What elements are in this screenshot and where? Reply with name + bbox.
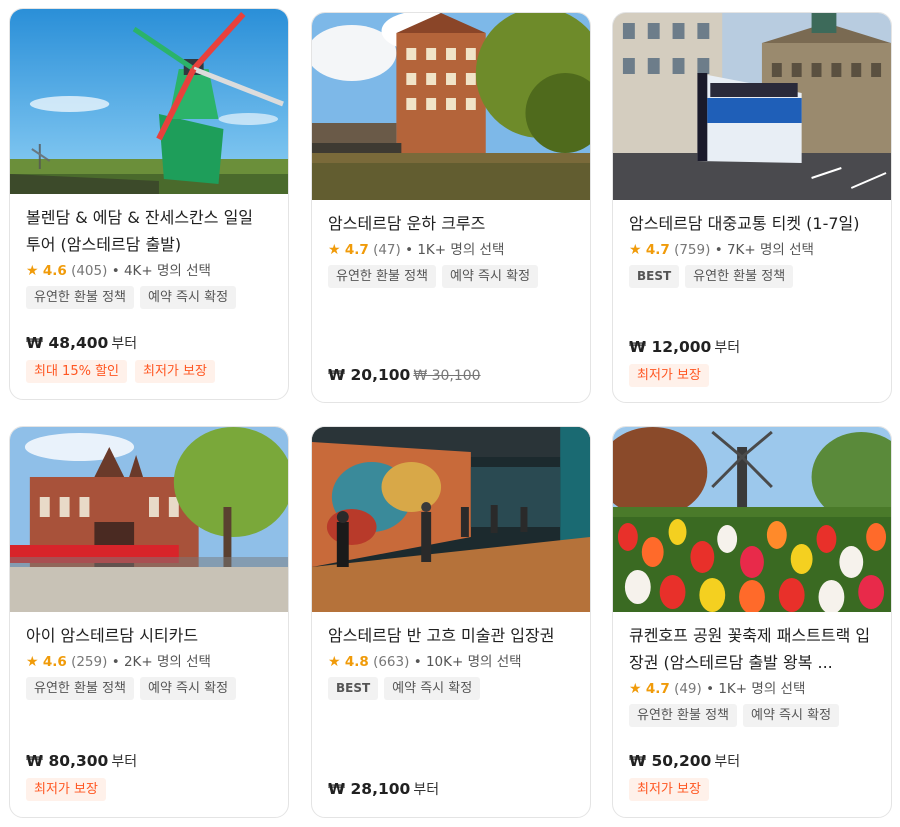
tag-list: 유연한 환불 정책 예약 즉시 확정: [26, 677, 272, 700]
booked-count: • 1K+ 명의 선택: [405, 242, 505, 258]
promo-list: 최저가 보장: [26, 778, 106, 801]
price-value: ₩ 50,200: [629, 752, 712, 770]
product-card[interactable]: 볼렌담 & 에담 & 잔세스칸스 일일 투어 (암스테르담 출발) ★ 4.6 …: [9, 8, 289, 400]
price: ₩ 80,300 부터: [26, 751, 137, 771]
product-title[interactable]: 암스테르담 반 고흐 미술관 입장권: [328, 622, 574, 649]
product-image-windmill: [10, 9, 288, 194]
tag-best: BEST: [328, 677, 379, 700]
price-value: ₩ 80,300: [26, 752, 109, 770]
promo-list: 최저가 보장: [629, 778, 709, 801]
product-title[interactable]: 아이 암스테르담 시티카드: [26, 622, 272, 649]
price: ₩ 20,100 ₩ 30,100: [328, 366, 481, 384]
star-icon: ★: [328, 654, 341, 670]
promo-list: 최대 15% 할인 최저가 보장: [26, 360, 215, 383]
booked-count: • 7K+ 명의 선택: [714, 242, 814, 258]
rating-row: ★ 4.7 (47) • 1K+ 명의 선택: [328, 241, 574, 259]
price: ₩ 48,400 부터: [26, 333, 137, 353]
star-icon: ★: [629, 681, 642, 697]
product-card[interactable]: 암스테르담 대중교통 티켓 (1-7일) ★ 4.7 (759) • 7K+ 명…: [612, 12, 892, 403]
product-image-van-gogh-museum: [312, 427, 590, 612]
booked-count: • 2K+ 명의 선택: [111, 654, 211, 670]
star-icon: ★: [629, 242, 642, 258]
rating-score: 4.6: [42, 654, 67, 670]
price-suffix: 부터: [111, 754, 138, 770]
review-count: (663): [373, 654, 410, 670]
price-value: ₩ 48,400: [26, 334, 109, 352]
review-count: (49): [674, 681, 702, 697]
rating-row: ★ 4.7 (49) • 1K+ 명의 선택: [629, 680, 875, 698]
tag-flexible-refund: 유연한 환불 정책: [26, 677, 134, 700]
tag-instant-confirm: 예약 즉시 확정: [140, 286, 237, 309]
rating-score: 4.7: [645, 242, 670, 258]
tag-list: 유연한 환불 정책 예약 즉시 확정: [328, 265, 574, 288]
tag-list: BEST 예약 즉시 확정: [328, 677, 574, 700]
review-count: (759): [674, 242, 711, 258]
rating-score: 4.6: [42, 263, 67, 279]
tag-flexible-refund: 유연한 환불 정책: [328, 265, 436, 288]
product-image-canal: [312, 13, 590, 200]
tag-instant-confirm: 예약 즉시 확정: [442, 265, 539, 288]
review-count: (405): [71, 263, 108, 279]
promo-lowest-price-badge: 최저가 보장: [629, 778, 709, 801]
product-card[interactable]: 암스테르담 운하 크루즈 ★ 4.7 (47) • 1K+ 명의 선택 유연한 …: [311, 12, 591, 403]
rating-row: ★ 4.6 (259) • 2K+ 명의 선택: [26, 653, 272, 671]
product-image-keukenhof-tulips: [613, 427, 891, 612]
rating-row: ★ 4.7 (759) • 7K+ 명의 선택: [629, 241, 875, 259]
rating-score: 4.7: [645, 681, 670, 697]
product-title[interactable]: 볼렌담 & 에담 & 잔세스칸스 일일 투어 (암스테르담 출발): [26, 204, 272, 258]
product-image-rijksmuseum: [10, 427, 288, 612]
price-value: ₩ 12,000: [629, 338, 712, 356]
tag-best: BEST: [629, 265, 680, 288]
price-suffix: 부터: [714, 754, 741, 770]
tag-instant-confirm: 예약 즉시 확정: [140, 677, 237, 700]
rating-score: 4.7: [344, 242, 369, 258]
price: ₩ 50,200 부터: [629, 751, 740, 771]
product-title[interactable]: 큐켄호프 공원 꽃축제 패스트트랙 입장권 (암스테르담 출발 왕복 ...: [629, 622, 875, 676]
review-count: (47): [373, 242, 401, 258]
review-count: (259): [71, 654, 108, 670]
star-icon: ★: [26, 263, 39, 279]
price-suffix: 부터: [714, 340, 741, 356]
product-image-tram: [613, 13, 891, 200]
promo-discount-badge: 최대 15% 할인: [26, 360, 127, 383]
star-icon: ★: [328, 242, 341, 258]
tag-flexible-refund: 유연한 환불 정책: [629, 704, 737, 727]
rating-score: 4.8: [344, 654, 369, 670]
price: ₩ 12,000 부터: [629, 337, 740, 357]
price: ₩ 28,100 부터: [328, 779, 439, 799]
original-price: ₩ 30,100: [413, 368, 481, 384]
tag-instant-confirm: 예약 즉시 확정: [384, 677, 481, 700]
rating-row: ★ 4.8 (663) • 10K+ 명의 선택: [328, 653, 574, 671]
product-title[interactable]: 암스테르담 대중교통 티켓 (1-7일): [629, 210, 875, 237]
product-card[interactable]: 아이 암스테르담 시티카드 ★ 4.6 (259) • 2K+ 명의 선택 유연…: [9, 426, 289, 818]
promo-lowest-price-badge: 최저가 보장: [629, 364, 709, 387]
product-card[interactable]: 큐켄호프 공원 꽃축제 패스트트랙 입장권 (암스테르담 출발 왕복 ... ★…: [612, 426, 892, 818]
product-card[interactable]: 암스테르담 반 고흐 미술관 입장권 ★ 4.8 (663) • 10K+ 명의…: [311, 426, 591, 818]
price-suffix: 부터: [413, 782, 440, 798]
booked-count: • 4K+ 명의 선택: [111, 263, 211, 279]
tag-flexible-refund: 유연한 환불 정책: [685, 265, 794, 288]
booked-count: • 10K+ 명의 선택: [413, 654, 522, 670]
tag-instant-confirm: 예약 즉시 확정: [743, 704, 840, 727]
tag-list: BEST 유연한 환불 정책: [629, 265, 875, 288]
price-suffix: 부터: [111, 336, 138, 352]
price-value: ₩ 28,100: [328, 780, 411, 798]
promo-list: 최저가 보장: [629, 364, 709, 387]
tag-list: 유연한 환불 정책 예약 즉시 확정: [629, 704, 875, 727]
promo-lowest-price-badge: 최저가 보장: [135, 360, 215, 383]
promo-lowest-price-badge: 최저가 보장: [26, 778, 106, 801]
booked-count: • 1K+ 명의 선택: [706, 681, 806, 697]
star-icon: ★: [26, 654, 39, 670]
tag-flexible-refund: 유연한 환불 정책: [26, 286, 134, 309]
rating-row: ★ 4.6 (405) • 4K+ 명의 선택: [26, 262, 272, 280]
price-value: ₩ 20,100: [328, 366, 411, 384]
product-title[interactable]: 암스테르담 운하 크루즈: [328, 210, 574, 237]
tag-list: 유연한 환불 정책 예약 즉시 확정: [26, 286, 272, 309]
